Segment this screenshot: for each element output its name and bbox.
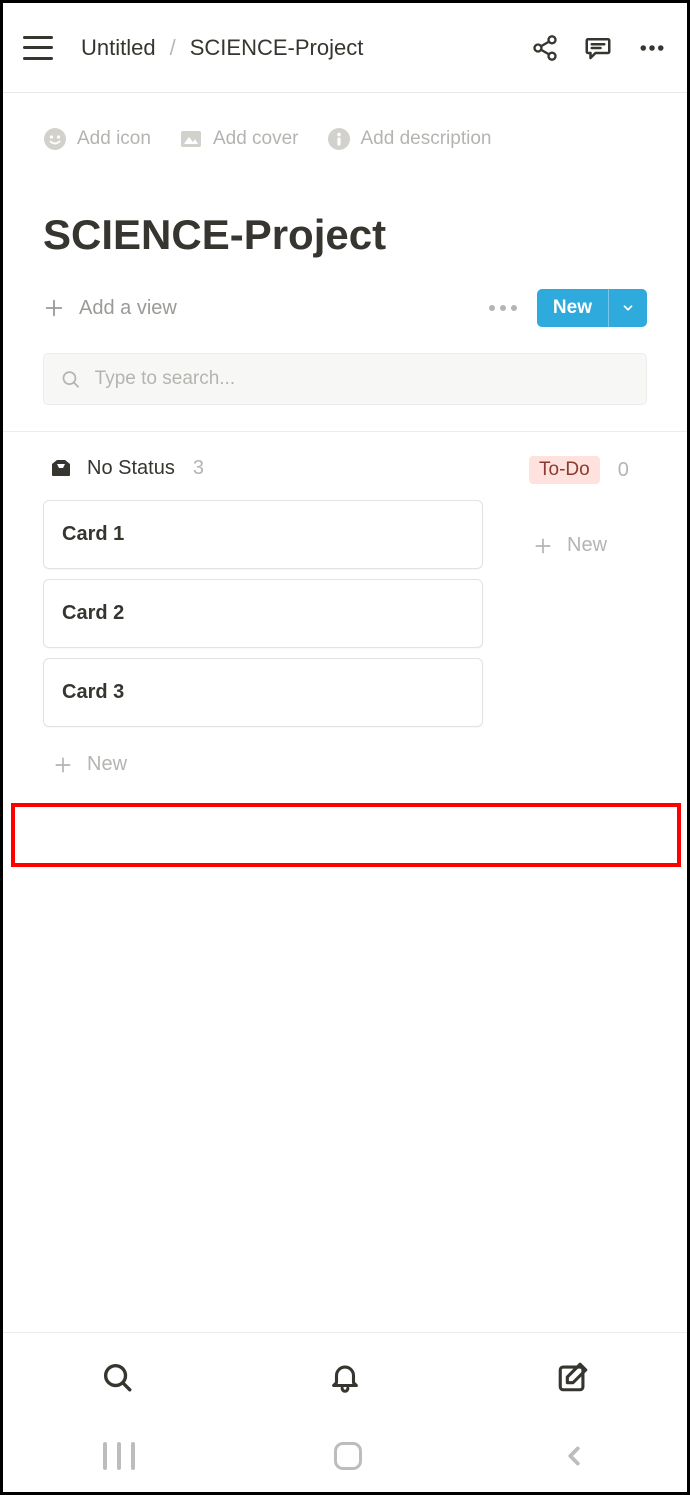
page-title[interactable]: SCIENCE-Project (3, 161, 687, 285)
info-icon (327, 127, 351, 151)
device-nav-bar (3, 1420, 687, 1492)
smiley-icon (43, 127, 67, 151)
breadcrumb-parent[interactable]: Untitled (81, 35, 156, 61)
toolbar-notifications-button[interactable] (328, 1360, 362, 1394)
add-icon-button[interactable]: Add icon (43, 127, 151, 151)
new-card-button[interactable]: New (523, 504, 647, 573)
breadcrumb-separator: / (170, 35, 176, 61)
add-view-label: Add a view (79, 297, 177, 320)
board-card[interactable]: Card 3 (43, 658, 483, 727)
column-header-todo[interactable]: To-Do 0 (523, 456, 647, 484)
toolbar-search-button[interactable] (100, 1360, 134, 1394)
column-title: No Status (87, 457, 175, 480)
new-button-label: New (537, 289, 608, 327)
device-recents-button[interactable] (101, 1442, 137, 1470)
add-description-button[interactable]: Add description (327, 127, 492, 151)
search-icon (60, 368, 81, 390)
menu-icon[interactable] (23, 36, 53, 60)
plus-icon (43, 297, 65, 319)
more-icon[interactable] (637, 33, 667, 63)
new-button[interactable]: New (537, 289, 647, 327)
new-card-label: New (87, 753, 127, 776)
image-icon (179, 127, 203, 151)
column-header-no-status[interactable]: No Status 3 (43, 456, 483, 480)
toolbar-compose-button[interactable] (556, 1360, 590, 1394)
comment-icon[interactable] (583, 33, 613, 63)
search-icon (100, 1360, 134, 1394)
column-count: 3 (193, 457, 204, 480)
add-description-label: Add description (361, 128, 492, 150)
plus-icon (533, 536, 553, 556)
device-home-button[interactable] (334, 1442, 362, 1470)
bell-icon (328, 1360, 362, 1394)
page-actions: Add icon Add cover Add description (3, 93, 687, 161)
add-icon-label: Add icon (77, 128, 151, 150)
breadcrumb-current[interactable]: SCIENCE-Project (190, 35, 364, 61)
board-column-todo: To-Do 0 New (523, 456, 647, 573)
new-card-button[interactable]: New (43, 737, 483, 792)
chevron-left-icon (559, 1441, 589, 1471)
search-input[interactable] (95, 368, 630, 390)
add-cover-label: Add cover (213, 128, 299, 150)
board-card[interactable]: Card 1 (43, 500, 483, 569)
breadcrumb: Untitled / SCIENCE-Project (81, 35, 363, 61)
column-count: 0 (618, 459, 629, 482)
top-bar: Untitled / SCIENCE-Project (3, 3, 687, 93)
device-back-button[interactable] (559, 1441, 589, 1471)
view-options-icon[interactable] (489, 305, 517, 311)
chevron-down-icon (621, 301, 635, 315)
board: No Status 3 Card 1 Card 2 Card 3 New To-… (3, 432, 687, 792)
compose-icon (556, 1360, 590, 1394)
board-column-no-status: No Status 3 Card 1 Card 2 Card 3 New (43, 456, 483, 792)
share-icon[interactable] (531, 34, 559, 62)
inbox-icon (49, 456, 73, 480)
add-view-button[interactable]: Add a view (43, 297, 177, 320)
plus-icon (53, 755, 73, 775)
annotation-highlight (11, 803, 681, 867)
app-toolbar (3, 1332, 687, 1420)
search-bar[interactable] (43, 353, 647, 405)
new-button-dropdown[interactable] (608, 289, 647, 327)
new-card-label: New (567, 534, 607, 557)
board-card[interactable]: Card 2 (43, 579, 483, 648)
add-cover-button[interactable]: Add cover (179, 127, 299, 151)
column-title-badge: To-Do (529, 456, 600, 484)
view-bar: Add a view New (3, 285, 687, 345)
